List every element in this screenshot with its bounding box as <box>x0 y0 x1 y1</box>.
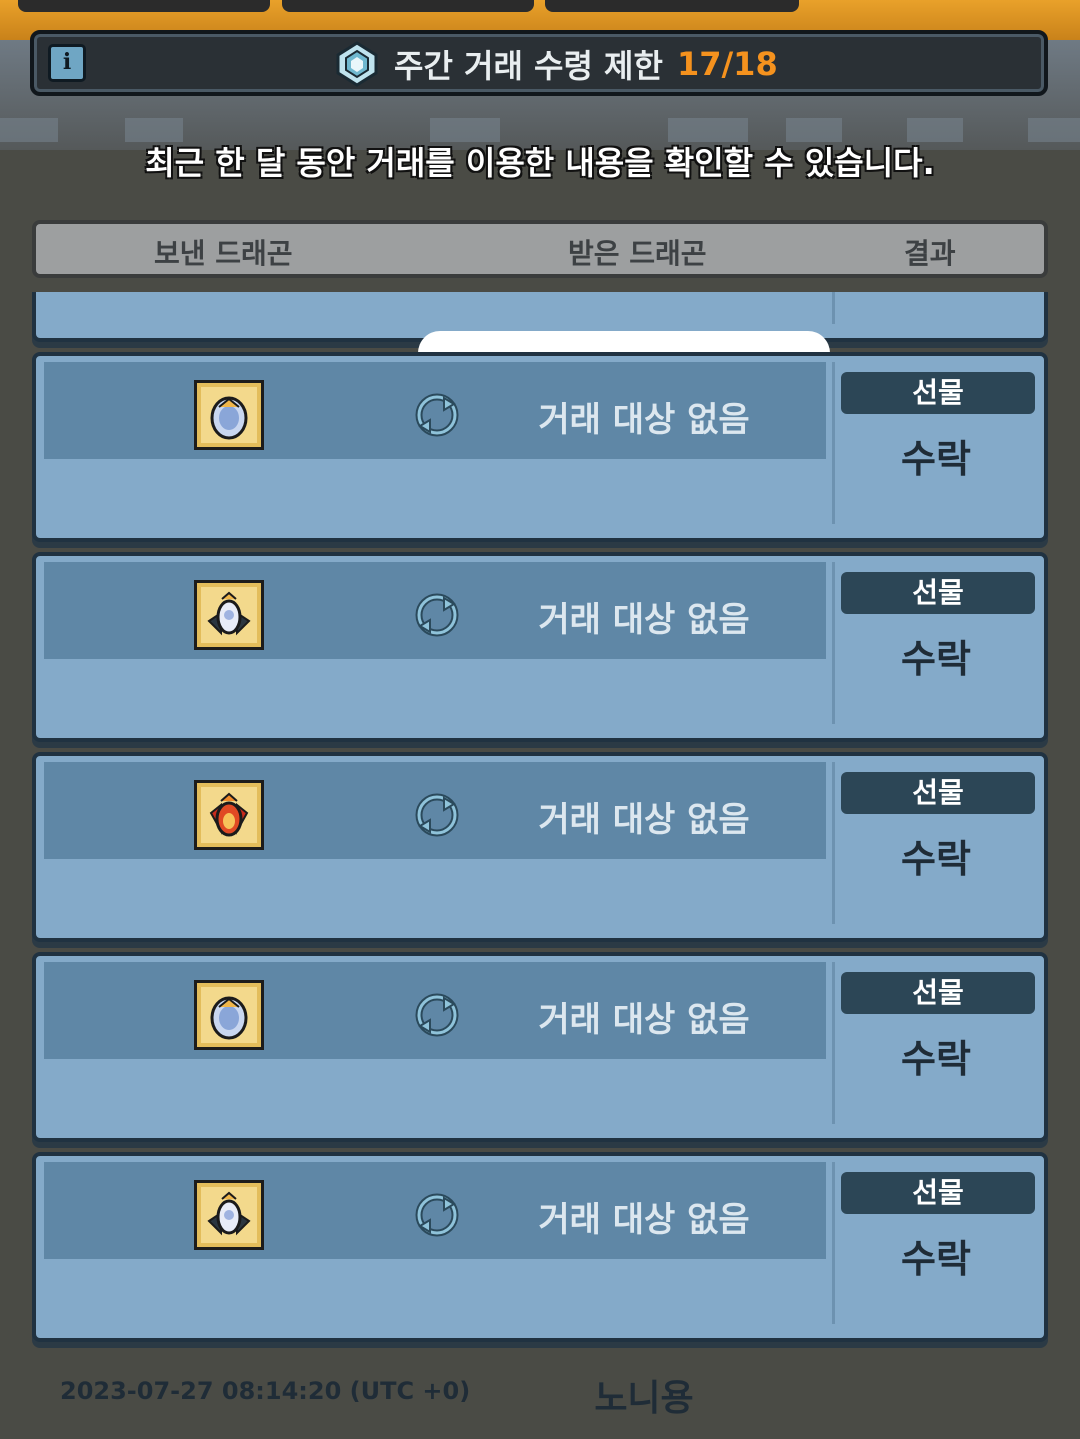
partner-status: 거래 대상 없음 <box>538 600 750 640</box>
column-result: 결과 <box>904 237 956 270</box>
result-panel: 선물 수락 <box>832 962 1037 1124</box>
result-panel: 선물 취소 <box>832 292 1037 324</box>
trade-row-top: 거래 대상 없음 <box>44 762 826 859</box>
trade-row[interactable]: 거래 대상 없음 2023-07-27 17:26:56 (UTC +0) 번분… <box>32 752 1048 1019</box>
info-icon[interactable]: i <box>48 44 86 82</box>
swap-icon <box>414 592 460 642</box>
trade-quota: 17/18 <box>676 45 778 83</box>
trade-row[interactable]: 거래 대상 없음 2023-07-27 08:14:20 (UTC +0) 노니… <box>32 1152 1048 1419</box>
trade-row-bottom: 2023-07-28 04:38:24 (UTC +0) 태은이꺼 <box>44 459 826 619</box>
table-header: 보낸 드래곤 받은 드래곤 결과 <box>32 220 1048 278</box>
trade-row-top: 거래 대상 없음 <box>44 562 826 659</box>
trade-row-top: 거래 대상 없음 <box>44 362 826 459</box>
top-tab[interactable] <box>545 0 799 12</box>
receiver-dragon-name: 노니용 <box>594 1378 694 1419</box>
fire-egg-icon[interactable] <box>194 780 264 850</box>
swap-icon <box>414 792 460 842</box>
result-panel: 선물 수락 <box>832 562 1037 724</box>
trade-type-badge: 선물 <box>841 1172 1035 1214</box>
trade-row-bottom: 2023-07-27 08:14:20 (UTC +0) 노니용 <box>44 1259 826 1419</box>
trade-result: 수락 <box>901 1037 971 1081</box>
trade-row-bottom: 2023-07-28 08:14:58 (UTC +0) <box>44 292 830 405</box>
blue-egg-icon[interactable] <box>194 980 264 1050</box>
trade-row-top: 거래 대상 없음 <box>44 1162 826 1259</box>
trade-result: 수락 <box>901 437 971 481</box>
trade-row[interactable]: 거래 대상 없음 2023-07-28 08:14:58 (UTC +0) 선물… <box>32 292 1048 405</box>
trade-row-top: 거래 대상 없음 <box>44 962 826 1059</box>
subtitle: 최근 한 달 동안 거래를 이용한 내용을 확인할 수 있습니다. <box>145 144 935 182</box>
result-panel: 선물 수락 <box>832 762 1037 924</box>
blue-egg-icon[interactable] <box>194 380 264 450</box>
trade-row[interactable]: 거래 대상 없음 2023-07-27 15:46:58 (UTC +0) 낙설… <box>32 952 1048 1219</box>
weekly-trade-limit-banner: i 주간 거래 수령 제한 17/18 <box>30 30 1048 96</box>
crest-icon <box>336 41 378 87</box>
trade-result: 수락 <box>901 637 971 681</box>
partner-status: 거래 대상 없음 <box>538 400 750 440</box>
trade-type-badge: 선물 <box>841 972 1035 1014</box>
top-tab[interactable] <box>282 0 534 12</box>
trade-timestamp: 2023-07-27 08:14:20 (UTC +0) <box>60 1377 471 1405</box>
trade-result: 수락 <box>901 837 971 881</box>
trade-history-list[interactable]: 거래 대상 없음 2023-07-28 08:14:58 (UTC +0) 선물… <box>0 292 1080 1439</box>
partner-status: 거래 대상 없음 <box>538 1200 750 1240</box>
column-receiver: 받은 드래곤 <box>568 237 707 270</box>
trade-row[interactable]: 거래 대상 없음 2023-07-28 04:38:24 (UTC +0) 태은… <box>32 352 1048 619</box>
trade-row-bottom: 2023-07-27 15:46:58 (UTC +0) 낙설 <box>44 1059 826 1219</box>
trade-type-badge: 선물 <box>841 372 1035 414</box>
trade-type-badge: 선물 <box>841 772 1035 814</box>
top-tab[interactable] <box>18 0 270 12</box>
swap-icon <box>414 1192 460 1242</box>
result-panel: 선물 수락 <box>832 362 1037 524</box>
trade-row[interactable]: 거래 대상 없음 2023-07-28 02:49:57 (UTC +0) 미노… <box>32 552 1048 819</box>
trade-row-bottom: 2023-07-27 17:26:56 (UTC +0) 번분 사이노 <box>44 859 826 1019</box>
trade-row-bottom: 2023-07-28 02:49:57 (UTC +0) 미노트 <box>44 659 826 819</box>
partner-status: 거래 대상 없음 <box>538 1000 750 1040</box>
column-sender: 보낸 드래곤 <box>154 237 293 270</box>
banner-title: 주간 거래 수령 제한 17/18 <box>334 38 778 90</box>
winged-egg-icon[interactable] <box>194 1180 264 1250</box>
swap-icon <box>414 992 460 1042</box>
trade-result: 수락 <box>901 1237 971 1281</box>
trade-type-badge: 선물 <box>841 572 1035 614</box>
winged-egg-icon[interactable] <box>194 580 264 650</box>
swap-icon <box>414 392 460 442</box>
banner-title-text: 주간 거래 수령 제한 <box>394 47 663 85</box>
result-panel: 선물 수락 <box>832 1162 1037 1324</box>
partner-status: 거래 대상 없음 <box>538 800 750 840</box>
